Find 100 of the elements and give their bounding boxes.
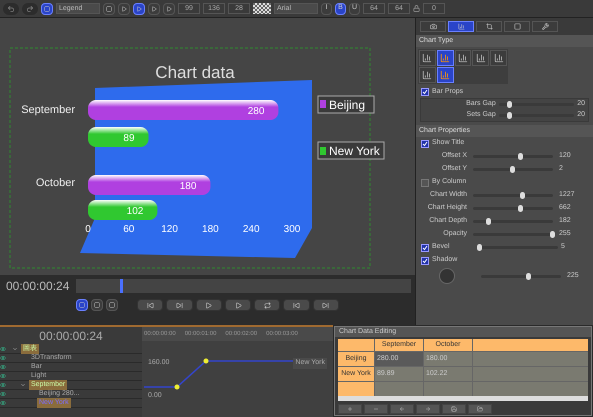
row-header — [338, 382, 374, 396]
header-cell — [338, 339, 374, 351]
slider-thumb[interactable] — [520, 192, 526, 199]
transport-button[interactable] — [283, 299, 310, 311]
slider-thumb[interactable] — [476, 244, 482, 251]
axis-tick-label: 180 — [202, 224, 219, 235]
bar — [88, 200, 158, 220]
undo-button[interactable] — [3, 2, 19, 14]
chart-type-button[interactable] — [490, 50, 507, 66]
axis-tick-label: 0 — [85, 224, 91, 235]
panel-tab[interactable] — [504, 21, 530, 32]
lock-icon — [413, 5, 420, 12]
panel-tab[interactable] — [420, 21, 446, 32]
checkbox[interactable] — [421, 88, 429, 96]
square-icon — [44, 6, 50, 12]
triangle-icon — [166, 6, 172, 12]
table-cell[interactable] — [424, 382, 472, 396]
chart-type-button[interactable] — [472, 50, 490, 66]
chart-type-button[interactable] — [436, 67, 454, 83]
chart-type-button[interactable] — [419, 50, 436, 66]
transport-button[interactable] — [224, 299, 252, 311]
eye-icon — [0, 355, 6, 361]
table-cell[interactable] — [473, 352, 588, 366]
bar-chart-icon — [422, 53, 432, 63]
transport-button[interactable] — [312, 299, 339, 311]
panel-tab[interactable] — [476, 21, 502, 32]
dialog-tool-button[interactable] — [416, 404, 440, 414]
slider-thumb[interactable] — [550, 231, 555, 238]
eye-icon — [0, 364, 6, 370]
transport-button[interactable] — [196, 299, 222, 311]
bar-chart-icon — [422, 70, 432, 80]
transport-button[interactable] — [137, 299, 164, 311]
square-icon — [109, 302, 115, 308]
axis-tick-label: 120 — [161, 224, 178, 235]
panel-tab[interactable] — [532, 21, 558, 32]
chart-type-button[interactable] — [419, 67, 436, 83]
triangle-icon — [121, 6, 127, 12]
panel-tab[interactable] — [448, 21, 474, 32]
transport-button[interactable] — [166, 299, 193, 311]
square-icon — [514, 23, 520, 30]
slider-thumb[interactable] — [518, 153, 523, 160]
bar-chart-icon — [476, 53, 486, 63]
dialog-tool-button[interactable] — [390, 404, 414, 414]
chart-type-button[interactable] — [436, 50, 454, 66]
chevron-down-icon — [12, 346, 18, 352]
eye-icon — [0, 382, 6, 388]
arrow-right-icon — [425, 406, 431, 412]
category-label: October — [36, 177, 75, 189]
checkbox[interactable] — [421, 256, 429, 264]
align-button[interactable] — [163, 2, 175, 14]
bar-chart-icon — [440, 53, 450, 63]
slider-thumb[interactable] — [526, 272, 531, 280]
skip-forward-icon — [176, 302, 183, 308]
dialog-tool-button[interactable] — [338, 404, 362, 414]
chart-title: Chart data — [155, 63, 235, 82]
slider-thumb[interactable] — [507, 101, 512, 108]
chevron-down-icon — [20, 382, 26, 388]
align-button[interactable] — [148, 2, 160, 14]
checkbox[interactable] — [421, 178, 429, 186]
color-button[interactable] — [103, 2, 115, 14]
horizontal-scrollbar[interactable] — [338, 396, 588, 401]
legend-toggle-button[interactable] — [41, 2, 53, 14]
undo-icon — [7, 4, 15, 12]
view-button[interactable] — [91, 299, 103, 311]
align-button[interactable] — [118, 2, 130, 14]
slider-thumb[interactable] — [518, 205, 523, 212]
view-button[interactable] — [106, 299, 118, 311]
table-cell[interactable] — [473, 367, 588, 381]
chart-type-button[interactable] — [454, 50, 472, 66]
time-display: 00:00:00:24 — [38, 328, 104, 345]
transport-button[interactable] — [254, 299, 280, 311]
eye-icon — [0, 373, 6, 379]
bar-chart-icon — [494, 53, 504, 63]
plus-icon — [347, 406, 353, 412]
loop-icon — [264, 302, 271, 308]
dialog-tool-button[interactable] — [442, 404, 466, 414]
table-cell[interactable] — [375, 382, 423, 396]
skip-back-icon — [293, 302, 300, 308]
dialog-tool-button[interactable] — [468, 404, 492, 414]
slider-thumb[interactable] — [510, 166, 515, 173]
pattern-swatch[interactable] — [253, 3, 271, 14]
skip-forward-icon — [322, 302, 330, 308]
slider-thumb[interactable] — [507, 112, 512, 119]
category-label: September — [21, 104, 75, 116]
bar — [88, 127, 149, 147]
table-cell[interactable] — [473, 382, 588, 396]
value-label: 180 — [180, 181, 196, 192]
square-icon — [79, 302, 85, 308]
checkbox[interactable] — [421, 244, 429, 252]
play-icon — [234, 302, 242, 308]
align-button[interactable] — [133, 2, 145, 14]
wrench-icon — [542, 23, 548, 30]
legend-item: New York — [318, 142, 384, 160]
bar-chart-icon — [458, 53, 468, 63]
triangle-icon — [151, 6, 157, 12]
slider-thumb[interactable] — [486, 218, 491, 225]
view-button[interactable] — [76, 299, 88, 311]
redo-button[interactable] — [22, 2, 38, 14]
axis-tick-label: 300 — [284, 224, 300, 235]
checkbox[interactable] — [421, 140, 429, 148]
